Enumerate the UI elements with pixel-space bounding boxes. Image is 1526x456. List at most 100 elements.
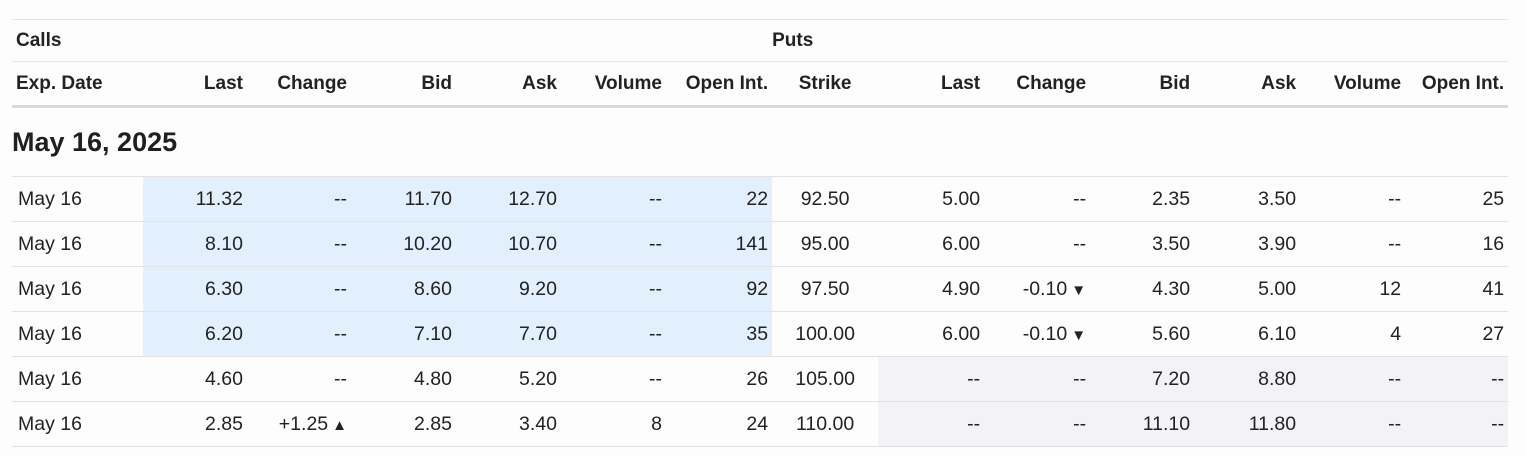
put-last-cell: 6.00 [878,311,985,357]
put-last-cell: 4.90 [878,266,985,312]
call-ask-cell: 9.20 [456,266,561,312]
options-chain-panel: Calls Puts Exp. Date Last Change Bid Ask… [0,0,1526,456]
call-volume-cell: 8 [561,401,666,447]
col-call-bid[interactable]: Bid [351,61,456,108]
col-exp-date[interactable]: Exp. Date [12,61,143,108]
calls-section-title: Calls [12,19,773,62]
table-row[interactable]: May 16 11.32 -- 11.70 12.70 -- 22 92.50 … [12,176,1509,222]
puts-section-title: Puts [772,19,1509,62]
call-change-cell: -- [247,266,351,312]
call-bid-cell: 2.85 [351,401,456,447]
call-last-cell: 6.30 [143,266,247,312]
call-bid-cell: 8.60 [351,266,456,312]
put-change-cell: -- [984,176,1091,222]
exp-date-cell: May 16 [12,221,143,267]
put-ask-cell: 3.50 [1194,176,1301,222]
put-bid-cell: 7.20 [1090,356,1195,402]
call-last-cell: 8.10 [143,221,247,267]
strike-link[interactable]: 95.00 [772,221,879,267]
exp-date-cell: May 16 [12,356,143,402]
call-last-cell: 6.20 [143,311,247,357]
call-bid-cell: 7.10 [351,311,456,357]
put-bid-cell: 2.35 [1090,176,1195,222]
col-call-change[interactable]: Change [247,61,351,108]
call-ask-cell: 10.70 [456,221,561,267]
call-last-cell: 11.32 [143,176,247,222]
up-arrow-icon: ▲ [332,416,347,434]
col-put-ask[interactable]: Ask [1194,61,1301,108]
put-open-int-cell: -- [1405,356,1509,402]
put-change-cell: -- [984,356,1091,402]
put-last-cell: 6.00 [878,221,985,267]
call-open-int-cell: 24 [666,401,773,447]
call-open-int-cell: 141 [666,221,773,267]
call-ask-cell: 7.70 [456,311,561,357]
put-volume-cell: 4 [1300,311,1406,357]
call-volume-cell: -- [561,311,666,357]
put-bid-cell: 5.60 [1090,311,1195,357]
call-last-cell: 2.85 [143,401,247,447]
put-open-int-cell: 25 [1405,176,1509,222]
put-volume-cell: -- [1300,401,1406,447]
strike-link[interactable]: 92.50 [772,176,879,222]
put-ask-cell: 6.10 [1194,311,1301,357]
change-value: +1.25 [278,412,329,435]
table-row[interactable]: May 16 6.30 -- 8.60 9.20 -- 92 97.50 4.9… [12,266,1509,312]
put-bid-cell: 3.50 [1090,221,1195,267]
put-change-cell: -0.10 ▼ [984,266,1091,312]
put-change-cell: -- [984,221,1091,267]
call-open-int-cell: 35 [666,311,773,357]
put-last-cell: -- [878,401,985,447]
table-row[interactable]: May 16 2.85 +1.25 ▲ 2.85 3.40 8 24 110.00… [12,401,1509,447]
put-last-cell: 5.00 [878,176,985,222]
call-change-cell: -- [247,311,351,357]
col-put-bid[interactable]: Bid [1090,61,1195,108]
col-call-ask[interactable]: Ask [456,61,561,108]
strike-link[interactable]: 97.50 [772,266,879,312]
col-put-change[interactable]: Change [984,61,1091,108]
put-change-cell: -0.10 ▼ [984,311,1091,357]
exp-date-cell: May 16 [12,401,143,447]
col-put-open-int[interactable]: Open Int. [1405,61,1509,108]
strike-link[interactable]: 105.00 [772,356,879,402]
col-call-volume[interactable]: Volume [561,61,666,108]
strike-link[interactable]: 100.00 [772,311,879,357]
put-ask-cell: 11.80 [1194,401,1301,447]
put-bid-cell: 11.10 [1090,401,1195,447]
put-volume-cell: -- [1300,356,1406,402]
table-row[interactable]: May 16 4.60 -- 4.80 5.20 -- 26 105.00 --… [12,356,1509,402]
put-volume-cell: 12 [1300,266,1406,312]
table-row[interactable]: May 16 6.20 -- 7.10 7.70 -- 35 100.00 6.… [12,311,1509,357]
col-put-volume[interactable]: Volume [1300,61,1406,108]
col-call-last[interactable]: Last [143,61,247,108]
strike-link[interactable]: 110.00 [772,401,879,447]
put-last-cell: -- [878,356,985,402]
put-volume-cell: -- [1300,221,1406,267]
call-open-int-cell: 22 [666,176,773,222]
call-change-cell: +1.25 ▲ [247,401,351,447]
put-ask-cell: 5.00 [1194,266,1301,312]
call-volume-cell: -- [561,221,666,267]
call-change-cell: -- [247,356,351,402]
call-open-int-cell: 26 [666,356,773,402]
col-call-open-int[interactable]: Open Int. [666,61,773,108]
put-bid-cell: 4.30 [1090,266,1195,312]
put-open-int-cell: -- [1405,401,1509,447]
put-ask-cell: 8.80 [1194,356,1301,402]
call-ask-cell: 12.70 [456,176,561,222]
table-row[interactable]: May 16 8.10 -- 10.20 10.70 -- 141 95.00 … [12,221,1509,267]
call-open-int-cell: 92 [666,266,773,312]
change-value: -0.10 [1022,322,1068,345]
put-open-int-cell: 16 [1405,221,1509,267]
call-ask-cell: 5.20 [456,356,561,402]
col-strike[interactable]: Strike [772,61,879,108]
down-arrow-icon: ▼ [1071,326,1087,344]
col-put-last[interactable]: Last [878,61,985,108]
options-chain-body: May 16, 2025 May 16 11.32 -- 11.70 12.70… [12,106,1509,447]
exp-date-cell: May 16 [12,176,143,222]
call-volume-cell: -- [561,176,666,222]
expiration-group-row: May 16, 2025 [12,106,1509,177]
exp-date-cell: May 16 [12,311,143,357]
call-last-cell: 4.60 [143,356,247,402]
call-volume-cell: -- [561,356,666,402]
